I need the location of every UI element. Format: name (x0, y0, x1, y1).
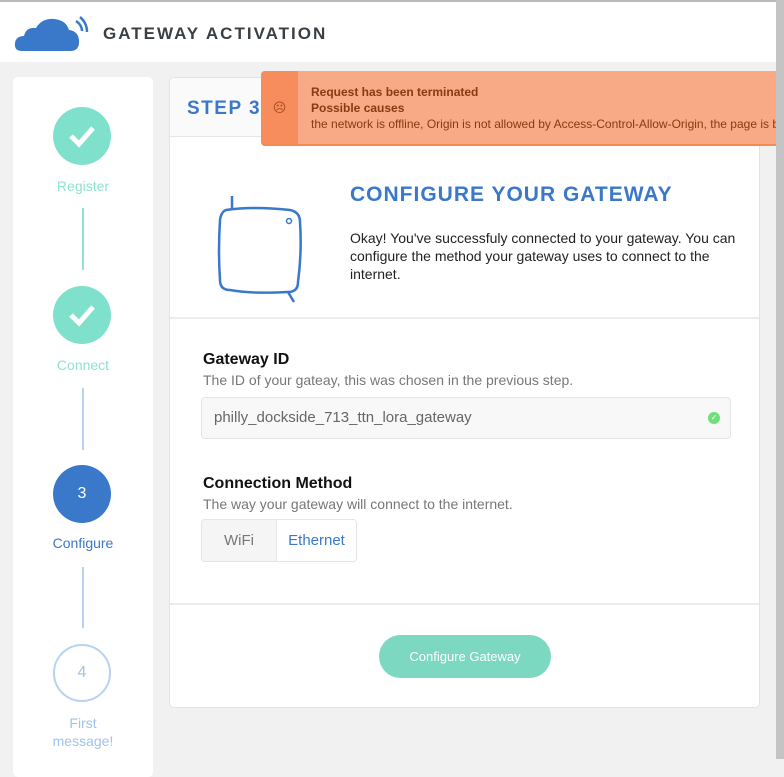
step-register-label: Register (56, 178, 110, 194)
wifi-option[interactable]: WiFi (202, 520, 277, 561)
configure-intro-text: Okay! You've successfuly connected to yo… (350, 230, 736, 282)
configure-card: STEP 3 CONFIGURE YOUR GATEWAY Okay! You'… (169, 77, 760, 708)
connection-method-toggle: WiFi Ethernet (201, 519, 357, 562)
step-configure-label: Configure (52, 535, 114, 551)
connection-method-hint: The way your gateway will connect to the… (203, 496, 513, 512)
ethernet-option[interactable]: Ethernet (277, 520, 356, 561)
toast-title: Request has been terminated (311, 85, 479, 99)
step-register-check-icon (53, 107, 111, 165)
step-sidebar: Register Connect 3 Configure 4 First mes… (13, 77, 153, 777)
step-connector (82, 388, 84, 450)
step-title: STEP 3 (187, 98, 262, 119)
step-connect-label: Connect (56, 357, 110, 373)
step-configure-number: 3 (53, 465, 111, 523)
cloud-logo-icon (14, 16, 89, 51)
gateway-id-input[interactable]: philly_dockside_713_ttn_lora_gateway ✓ (201, 397, 731, 439)
configure-heading: CONFIGURE YOUR GATEWAY (350, 183, 673, 206)
toast-subtitle: Possible causes (311, 101, 405, 115)
error-toast[interactable]: ☹ Request has been terminated Possible c… (261, 71, 784, 146)
intro-section: CONFIGURE YOUR GATEWAY Okay! You've succ… (170, 137, 759, 319)
form-section: Gateway ID The ID of your gateay, this w… (170, 319, 759, 605)
connection-method-label: Connection Method (203, 475, 353, 492)
step-first-message-label: First message! (52, 715, 114, 749)
step-connect-check-icon (53, 286, 111, 344)
valid-check-icon: ✓ (708, 412, 720, 424)
step-first-message-number: 4 (53, 644, 111, 702)
step-connector (82, 208, 84, 270)
gateway-device-icon (217, 196, 302, 303)
scrollbar[interactable] (776, 0, 784, 759)
step-connector (82, 567, 84, 628)
app-header: GATEWAY ACTIVATION (0, 2, 776, 62)
gateway-id-label: Gateway ID (203, 351, 290, 368)
toast-message: the network is offline, Origin is not al… (311, 117, 784, 131)
configure-gateway-button[interactable]: Configure Gateway (379, 635, 551, 678)
gateway-id-value: philly_dockside_713_ttn_lora_gateway (214, 409, 472, 426)
app-title: GATEWAY ACTIVATION (103, 24, 328, 43)
sad-face-icon: ☹ (261, 71, 298, 144)
gateway-id-hint: The ID of your gateay, this was chosen i… (203, 372, 574, 388)
